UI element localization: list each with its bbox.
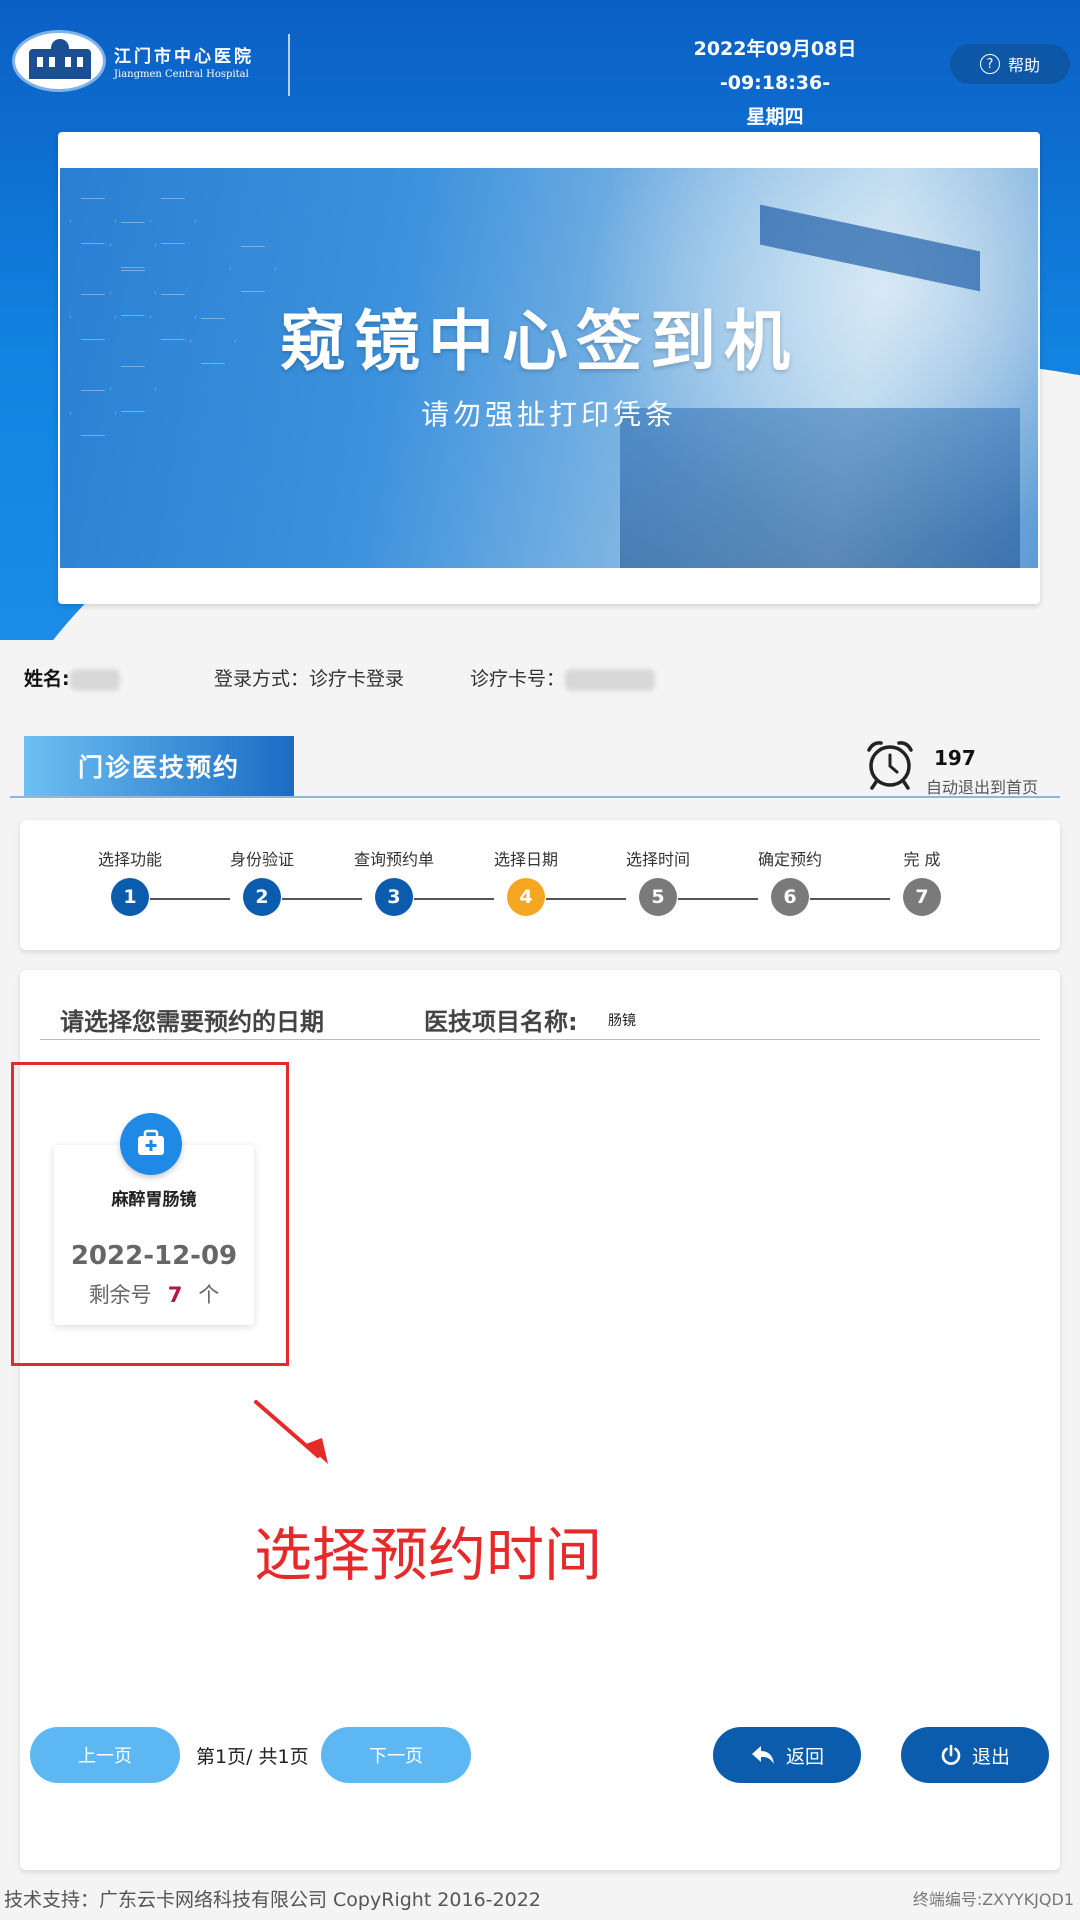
step-number: 6	[771, 878, 809, 916]
hospital-name-en: Jiangmen Central Hospital	[114, 69, 249, 80]
step-4: 选择日期 4	[466, 846, 586, 916]
project-label: 医技项目名称:	[424, 1008, 578, 1036]
hospital-name-cn: 江门市中心医院	[114, 47, 254, 67]
date-prompt: 请选择您需要预约的日期	[60, 1008, 324, 1036]
section-title: 门诊医技预约	[24, 736, 294, 796]
banner-image: 窥镜中心签到机 请勿强扯打印凭条	[60, 168, 1038, 568]
step-label: 身份验证	[229, 850, 294, 869]
power-icon	[941, 1744, 961, 1765]
step-number: 4	[507, 878, 545, 916]
exit-button[interactable]: 退出	[901, 1727, 1049, 1783]
exit-label: 退出	[971, 1745, 1010, 1768]
name-label: 姓名:	[24, 668, 70, 690]
step-number: 3	[375, 878, 413, 916]
available-date: 2022-12-09	[70, 1241, 238, 1271]
datetime-display: 2022年09月08日 -09:18:36- 星期四	[640, 32, 910, 134]
step-3: 查询预约单 3	[334, 846, 454, 916]
help-button[interactable]: ? 帮助	[950, 44, 1070, 84]
step-label: 确定预约	[757, 850, 822, 869]
question-circle-icon: ?	[979, 54, 1000, 74]
step-7: 完 成 7	[862, 846, 982, 916]
step-number: 7	[903, 878, 941, 916]
step-label: 选择日期	[493, 850, 558, 869]
next-page-label: 下一页	[369, 1746, 423, 1767]
prev-page-button[interactable]: 上一页	[30, 1727, 180, 1783]
name-redacted	[69, 668, 120, 691]
countdown-text: 自动退出到首页	[926, 778, 1039, 797]
terminal-id: 终端编号:ZXYYKJQD1	[912, 1890, 1074, 1909]
step-number: 2	[243, 878, 281, 916]
next-page-button[interactable]: 下一页	[321, 1727, 471, 1783]
prev-page-label: 上一页	[78, 1746, 132, 1767]
card-label: 诊疗卡号：	[470, 668, 566, 690]
step-number: 1	[111, 878, 149, 916]
page-indicator: 第1页/ 共1页	[196, 1746, 309, 1768]
progress-steps: 选择功能 1 身份验证 2 查询预约单 3 选择日期 4 选择时间 5 确定预约…	[20, 820, 1060, 950]
logo-divider	[288, 34, 290, 96]
auto-exit-timer: 197 自动退出到首页	[860, 732, 1060, 798]
banner-subtitle: 请勿强扯打印凭条	[420, 398, 677, 431]
panel-header: 请选择您需要预约的日期 医技项目名称: 肠镜	[40, 1000, 1040, 1040]
hospital-logo: 江门市中心医院 Jiangmen Central Hospital	[12, 30, 254, 92]
step-label: 完 成	[903, 850, 941, 869]
step-label: 选择时间	[625, 850, 690, 869]
step-label: 选择功能	[97, 850, 162, 869]
remaining-count: 7	[167, 1283, 183, 1307]
hospital-emblem-icon	[12, 30, 106, 92]
banner-title: 窥镜中心签到机	[280, 303, 798, 380]
step-5: 选择时间 5	[598, 846, 718, 916]
step-label: 查询预约单	[353, 850, 434, 869]
annotation-text: 选择预约时间	[254, 1521, 603, 1589]
header-bar: 江门市中心医院 Jiangmen Central Hospital 2022年0…	[0, 0, 1080, 640]
exam-name: 麻醉胃肠镜	[111, 1190, 197, 1210]
remaining-suffix: 个	[198, 1283, 220, 1307]
help-label: 帮助	[1007, 56, 1040, 75]
annotation-arrow-icon	[254, 1400, 328, 1464]
countdown-seconds: 197	[934, 746, 976, 770]
card-redacted	[565, 668, 656, 691]
current-weekday: 星期四	[746, 106, 804, 128]
step-2: 身份验证 2	[202, 846, 322, 916]
patient-name: 姓名:	[24, 664, 120, 691]
login-method: 登录方式：诊疗卡登录	[214, 668, 405, 690]
remaining-slots: 剩余号 7 个	[54, 1279, 254, 1309]
project-value: 肠镜	[608, 1013, 636, 1029]
back-button[interactable]: 返回	[713, 1727, 861, 1783]
step-1: 选择功能 1	[70, 846, 190, 916]
current-datetime: 2022年09月08日 -09:18:36-	[693, 38, 857, 94]
medical-kit-icon	[120, 1113, 182, 1175]
back-arrow-icon	[751, 1746, 774, 1764]
remaining-prefix: 剩余号	[88, 1283, 152, 1307]
step-number: 5	[639, 878, 677, 916]
footer-support: 技术支持：广东云卡网络科技有限公司 CopyRight 2016-2022	[4, 1889, 541, 1911]
alarm-clock-icon	[867, 741, 913, 790]
back-label: 返回	[785, 1745, 824, 1768]
card-number: 诊疗卡号：	[470, 664, 656, 691]
banner-card: 窥镜中心签到机 请勿强扯打印凭条	[58, 132, 1040, 604]
step-6: 确定预约 6	[730, 846, 850, 916]
